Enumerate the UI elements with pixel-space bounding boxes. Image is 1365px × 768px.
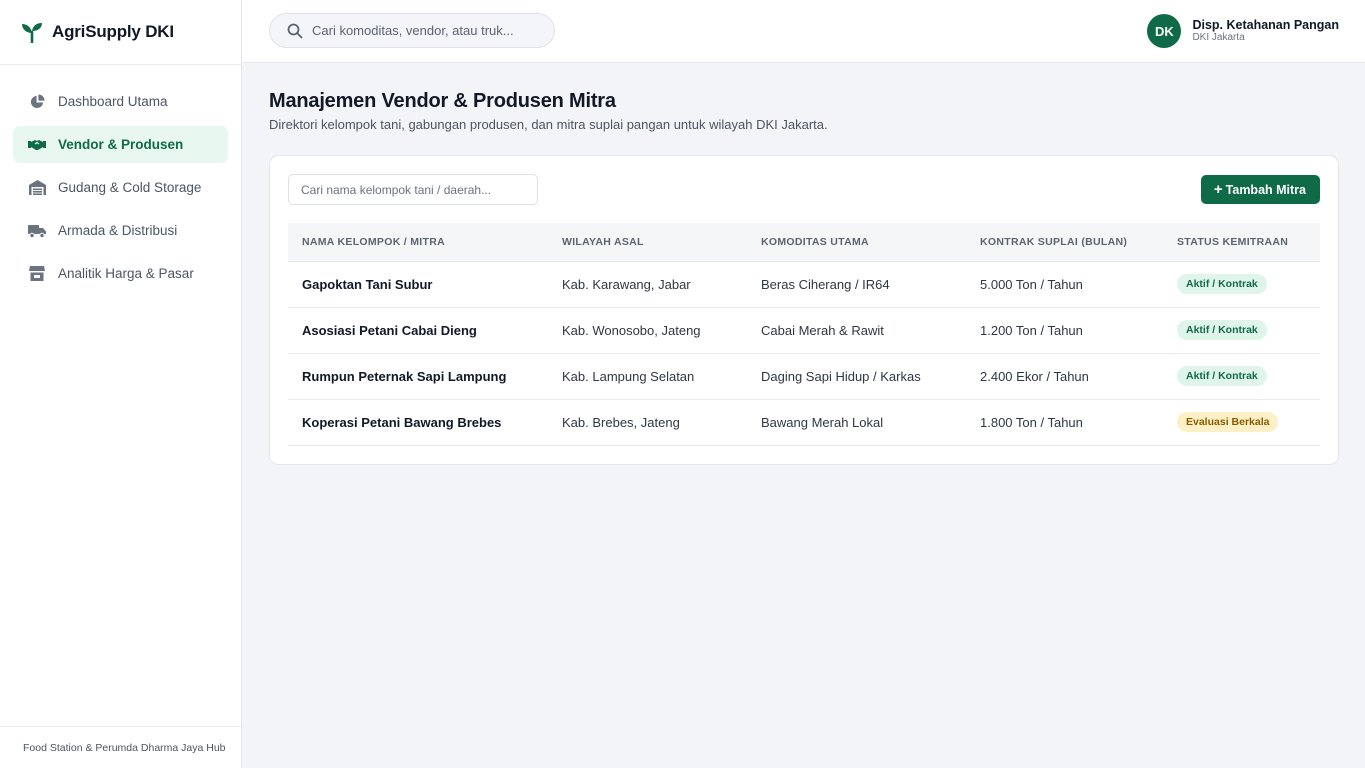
vendor-table: NAMA KELOMPOK / MITRA WILAYAH ASAL KOMOD… [288,223,1320,446]
partner-region: Kab. Lampung Selatan [562,368,695,384]
status-badge: Evaluasi Berkala [1177,412,1279,432]
sidebar-footer: Food Station & Perumda Dharma Jaya Hub [0,726,241,768]
table-row[interactable]: Rumpun Peternak Sapi Lampung Kab. Lampun… [288,353,1320,399]
sidebar-item-warehouse[interactable]: Gudang & Cold Storage [13,169,228,206]
vendor-search-input[interactable] [301,182,526,197]
page-title: Manajemen Vendor & Produsen Mitra [269,90,616,112]
pie-chart-icon [28,93,46,111]
sidebar-item-dashboard[interactable]: Dashboard Utama [13,83,228,120]
partner-status-cell: Evaluasi Berkala [1163,399,1320,445]
sidebar-item-label: Armada & Distribusi [58,223,178,238]
store-icon [28,265,46,283]
warehouse-icon [28,179,46,197]
search-icon [287,23,303,39]
sidebar-item-analytics[interactable]: Analitik Harga & Pasar [13,255,228,292]
vendor-filter[interactable] [288,174,538,205]
global-search[interactable] [269,13,555,48]
partner-name: Asosiasi Petani Cabai Dieng [302,322,477,338]
partner-commodity: Bawang Merah Lokal [761,414,884,430]
page-subtitle: Direktori kelompok tani, gabungan produs… [269,117,828,132]
status-badge: Aktif / Kontrak [1177,320,1267,340]
avatar[interactable]: DK [1147,14,1182,48]
sidebar: AgriSupply DKI Dashboard Utama Vendor & … [0,0,242,768]
sprout-logo-icon [21,21,43,43]
column-header[interactable]: NAMA KELOMPOK / MITRA [288,223,548,262]
user-info: Disp. Ketahanan Pangan DKI Jakarta [1192,18,1339,44]
status-badge: Aktif / Kontrak [1177,274,1267,294]
table-header-row: NAMA KELOMPOK / MITRA WILAYAH ASAL KOMOD… [288,223,1320,262]
sidebar-item-label: Analitik Harga & Pasar [58,266,194,281]
partner-status-cell: Aktif / Kontrak [1163,261,1320,307]
partner-contract: 1.200 Ton / Tahun [980,322,1083,338]
sidebar-item-label: Vendor & Produsen [58,137,184,152]
partner-commodity: Daging Sapi Hidup / Karkas [761,368,921,384]
truck-icon [28,222,46,240]
partner-name: Rumpun Peternak Sapi Lampung [302,368,507,384]
topbar: DK Disp. Ketahanan Pangan DKI Jakarta [242,0,1365,63]
column-header[interactable]: KOMODITAS UTAMA [747,223,966,262]
main-content: Manajemen Vendor & Produsen Mitra Direkt… [269,90,1339,465]
table-row[interactable]: Koperasi Petani Bawang Brebes Kab. Brebe… [288,399,1320,445]
partner-status-cell: Aktif / Kontrak [1163,353,1320,399]
sidebar-item-vendor[interactable]: Vendor & Produsen [13,126,228,163]
partner-contract: 5.000 Ton / Tahun [980,276,1083,292]
partner-status-cell: Aktif / Kontrak [1163,307,1320,353]
partner-region: Kab. Wonosobo, Jateng [562,322,701,338]
partner-region: Kab. Brebes, Jateng [562,414,680,430]
user-name: Disp. Ketahanan Pangan [1192,18,1339,32]
brand[interactable]: AgriSupply DKI [0,0,241,65]
partner-contract: 2.400 Ekor / Tahun [980,368,1089,384]
vendor-card: + Tambah Mitra NAMA KELOMPOK / MITRA WIL… [269,155,1339,465]
status-badge: Aktif / Kontrak [1177,366,1267,386]
column-header[interactable]: KONTRAK SUPLAI (BULAN) [966,223,1163,262]
table-row[interactable]: Asosiasi Petani Cabai Dieng Kab. Wonosob… [288,307,1320,353]
plus-icon: + [1213,181,1223,198]
partner-commodity: Cabai Merah & Rawit [761,322,884,338]
column-header[interactable]: STATUS KEMITRAAN [1163,223,1320,262]
user-role: DKI Jakarta [1192,32,1245,43]
handshake-icon [28,136,46,154]
partner-commodity: Beras Ciherang / IR64 [761,276,890,292]
sidebar-nav: Dashboard Utama Vendor & Produsen Gudang… [0,65,241,292]
table-row[interactable]: Gapoktan Tani Subur Kab. Karawang, Jabar… [288,261,1320,307]
search-input[interactable] [312,23,532,38]
partner-region: Kab. Karawang, Jabar [562,276,691,292]
partner-contract: 1.800 Ton / Tahun [980,414,1083,430]
user-profile[interactable]: DK Disp. Ketahanan Pangan DKI Jakarta [1147,14,1339,48]
partner-name: Gapoktan Tani Subur [302,276,433,292]
brand-title: AgriSupply DKI [52,22,174,41]
sidebar-item-fleet[interactable]: Armada & Distribusi [13,212,228,249]
sidebar-item-label: Gudang & Cold Storage [58,180,202,195]
add-partner-button[interactable]: + Tambah Mitra [1200,175,1320,204]
sidebar-item-label: Dashboard Utama [58,94,168,109]
add-partner-label: Tambah Mitra [1225,182,1306,197]
partner-name: Koperasi Petani Bawang Brebes [302,414,502,430]
column-header[interactable]: WILAYAH ASAL [548,223,747,262]
